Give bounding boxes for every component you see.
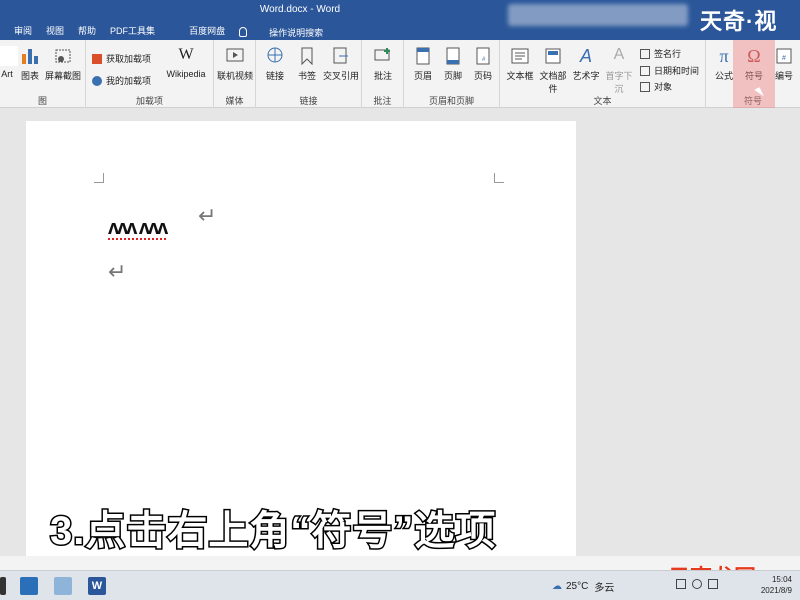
group-illustrations: Art 图表 屏幕截图 图	[0, 40, 86, 108]
group-label: 加载项	[135, 96, 163, 106]
drop-cap-button[interactable]: A 首字下沉	[602, 46, 636, 95]
clock-date: 2021/8/9	[760, 586, 792, 595]
wordart-button[interactable]: A 艺术字	[572, 46, 600, 82]
cross-reference-button[interactable]: 交叉引用	[322, 46, 360, 82]
page-number-icon: #	[476, 47, 490, 65]
smartart-button[interactable]: Art	[0, 46, 18, 79]
smartart-icon	[0, 46, 18, 66]
date-time-button[interactable]: 日期和时间	[640, 64, 699, 77]
tab-baidu-netdisk[interactable]: 百度网盘	[189, 24, 225, 40]
weather-desc: 多云	[594, 583, 615, 594]
textbox-button[interactable]: 文本框	[506, 46, 534, 82]
cross-reference-icon	[333, 47, 348, 64]
start-icon[interactable]	[0, 577, 6, 595]
ribbon-tabs: 审阅 视图 帮助 PDF工具集 百度网盘 操作说明搜索	[0, 24, 323, 40]
group-label: 文本	[593, 96, 612, 106]
new-comment-button[interactable]: 批注	[370, 46, 396, 82]
margin-corner-tr	[494, 173, 504, 183]
weather-temp: 25°C	[566, 581, 589, 592]
cloud-icon: ☁	[552, 581, 562, 592]
ime-icon[interactable]	[708, 579, 718, 589]
wikipedia-button[interactable]: W Wikipedia	[164, 46, 208, 79]
symbol-highlight	[733, 40, 775, 108]
tab-pdf-tools[interactable]: PDF工具集	[110, 24, 155, 40]
group-label: 批注	[373, 96, 392, 106]
signature-line-button[interactable]: 签名行	[640, 47, 681, 60]
ribbon: Art 图表 屏幕截图 图 获取加载项 我的加载项 W Wikipedia 加载…	[0, 40, 800, 108]
word-icon[interactable]: W	[88, 577, 106, 595]
signature-icon	[640, 48, 650, 59]
link-button[interactable]: 链接	[264, 46, 286, 82]
mail-icon[interactable]	[20, 577, 38, 595]
system-tray	[676, 579, 718, 589]
group-text: 文本框 文档部件 A 艺术字 A 首字下沉 签名行 日期和时间 对象 文本	[500, 40, 706, 108]
volume-icon[interactable]	[692, 579, 702, 589]
online-video-button[interactable]: 联机视频	[216, 46, 254, 82]
camera-icon	[55, 49, 71, 63]
margin-corner-tl	[94, 173, 104, 183]
taskbar: W ☁ 25°C 多云 15:04 2021/8/9	[0, 570, 800, 600]
group-addins: 获取加载项 我的加载项 W Wikipedia 加载项	[86, 40, 214, 108]
tell-me-label: 操作说明搜索	[269, 27, 324, 38]
pi-icon: π	[719, 46, 729, 66]
typed-symbols: ʌʌʌ ʌʌʌ	[108, 217, 168, 240]
network-icon[interactable]	[676, 579, 686, 589]
object-button[interactable]: 对象	[640, 80, 672, 93]
page-number-button[interactable]: # 页码	[470, 46, 496, 82]
video-icon	[226, 48, 244, 62]
chart-icon	[22, 49, 38, 64]
group-header-footer: 页眉 页脚 # 页码 页眉和页脚	[404, 40, 500, 108]
get-addins-button[interactable]: 获取加载项	[92, 52, 151, 65]
tab-help[interactable]: 帮助	[78, 24, 96, 40]
screenshot-button[interactable]: 屏幕截图	[44, 46, 82, 82]
textbox-icon	[511, 48, 529, 64]
title-bar: Word.docx - Word 审阅 视图 帮助 PDF工具集 百度网盘 操作…	[0, 0, 800, 40]
wikipedia-icon: W	[178, 46, 194, 63]
header-icon	[416, 47, 430, 65]
tutorial-caption: 3.点击右上角“符号”选项	[48, 508, 497, 555]
group-media: 联机视频 媒体	[214, 40, 256, 108]
group-links: 链接 书签 交叉引用 链接	[256, 40, 362, 108]
weather-widget[interactable]: ☁ 25°C 多云	[552, 579, 614, 594]
footer-icon	[446, 47, 460, 65]
addin-icon	[92, 75, 102, 86]
bookmark-button[interactable]: 书签	[296, 46, 318, 82]
group-label: 媒体	[225, 96, 244, 106]
clock-time: 15:04	[771, 575, 792, 584]
chart-button[interactable]: 图表	[18, 46, 42, 82]
wordart-icon: A	[579, 46, 592, 66]
group-comments: 批注 批注	[362, 40, 404, 108]
calendar-icon	[640, 65, 650, 76]
tell-me-search[interactable]: 操作说明搜索	[239, 24, 323, 40]
tab-view[interactable]: 视图	[46, 24, 64, 40]
group-label: 图	[37, 96, 47, 106]
lightbulb-icon	[239, 27, 248, 37]
comment-icon	[374, 48, 390, 61]
store-icon	[92, 53, 102, 64]
group-label: 页眉和页脚	[428, 96, 474, 106]
globe-link-icon	[267, 47, 283, 63]
document-canvas[interactable]: ʌʌʌ ʌʌʌ ↵ ↵	[0, 108, 800, 556]
paragraph-mark-icon: ↵	[198, 203, 217, 228]
numbering-icon: #	[776, 48, 792, 64]
bookmark-icon	[301, 47, 313, 66]
paragraph-mark-icon: ↵	[108, 259, 127, 284]
quick-parts-button[interactable]: 文档部件	[536, 46, 570, 95]
my-addins-button[interactable]: 我的加载项	[92, 74, 151, 87]
drop-cap-icon: A	[613, 46, 625, 63]
svg-text:#: #	[782, 55, 786, 62]
blurred-account-area	[508, 4, 688, 26]
quick-parts-icon	[545, 48, 561, 64]
header-button[interactable]: 页眉	[410, 46, 436, 82]
object-icon	[640, 81, 650, 92]
watermark-top: 天奇·视	[700, 9, 778, 34]
group-label: 链接	[299, 96, 318, 106]
footer-button[interactable]: 页脚	[440, 46, 466, 82]
app-icon[interactable]	[54, 577, 72, 595]
clock[interactable]: 15:04 2021/8/9	[761, 574, 792, 596]
document-page[interactable]: ʌʌʌ ʌʌʌ ↵ ↵	[26, 121, 576, 556]
tab-review[interactable]: 审阅	[14, 24, 32, 40]
